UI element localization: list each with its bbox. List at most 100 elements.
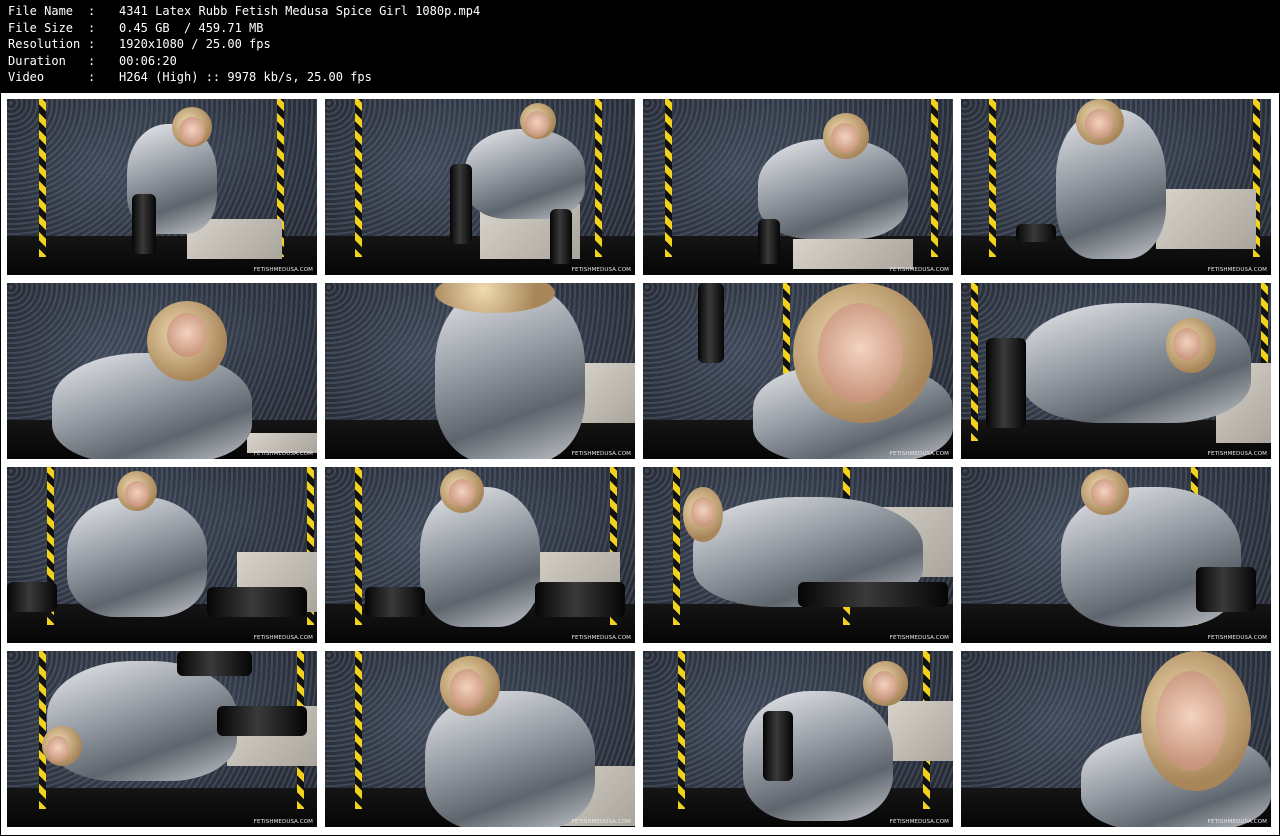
watermark: FETISHMEDUSA.COM	[889, 267, 949, 273]
file-info-separator: :	[88, 4, 96, 18]
model-face	[818, 303, 903, 403]
watermark: FETISHMEDUSA.COM	[571, 819, 631, 825]
hazard-stripe	[989, 99, 996, 258]
file-info-key: Video	[8, 70, 45, 84]
file-info-separator: :	[88, 20, 96, 35]
file-info-row-filename: File Name: 4341 Latex Rubb Fetish Medusa …	[8, 3, 480, 20]
thumbnail-grid: FETISHMEDUSA.COM FETISHMEDUSA.COM FETISHME…	[1, 93, 1279, 835]
boot	[798, 582, 948, 607]
file-info-row-filesize: File Size: 0.45 GB / 459.71 MB	[8, 20, 480, 37]
video-thumbnail[interactable]: FETISHMEDUSA.COM	[643, 651, 953, 827]
model-face	[449, 479, 475, 507]
video-thumbnail[interactable]: FETISHMEDUSA.COM	[325, 99, 635, 275]
watermark: FETISHMEDUSA.COM	[1207, 635, 1267, 641]
watermark: FETISHMEDUSA.COM	[253, 451, 313, 457]
watermark: FETISHMEDUSA.COM	[1207, 819, 1267, 825]
hazard-stripe	[931, 99, 938, 258]
model-face	[1156, 671, 1226, 771]
file-info-value: H264 (High) :: 9978 kb/s, 25.00 fps	[119, 70, 372, 84]
file-info-panel: File Name: 4341 Latex Rubb Fetish Medusa …	[8, 3, 480, 86]
video-thumbnail[interactable]: FETISHMEDUSA.COM	[325, 283, 635, 459]
boot	[535, 582, 625, 617]
model-figure	[465, 129, 585, 219]
boot	[763, 711, 793, 781]
model-face	[691, 497, 715, 527]
hazard-stripe	[971, 283, 978, 442]
video-thumbnail[interactable]: FETISHMEDUSA.COM	[7, 99, 317, 275]
video-thumbnail[interactable]: FETISHMEDUSA.COM	[7, 467, 317, 643]
model-figure	[47, 661, 237, 781]
model-face	[831, 123, 859, 153]
file-info-separator: :	[88, 70, 96, 84]
boot	[177, 651, 252, 676]
video-thumbnail[interactable]: FETISHMEDUSA.COM	[7, 651, 317, 827]
video-thumbnail[interactable]: FETISHMEDUSA.COM	[325, 651, 635, 827]
video-thumbnail[interactable]: FETISHMEDUSA.COM	[961, 467, 1271, 643]
model-face	[179, 117, 205, 145]
boot	[217, 706, 307, 736]
file-info-value: 0.45 GB / 459.71 MB	[119, 20, 264, 35]
watermark: FETISHMEDUSA.COM	[253, 267, 313, 273]
file-info-value: 00:06:20	[119, 53, 177, 68]
video-thumbnail[interactable]: FETISHMEDUSA.COM	[961, 651, 1271, 827]
file-info-key: Resolution	[8, 37, 81, 51]
watermark: FETISHMEDUSA.COM	[571, 635, 631, 641]
file-info-key: Duration	[8, 53, 66, 68]
model-face	[525, 111, 549, 137]
model-figure	[420, 487, 540, 627]
hazard-stripe	[39, 651, 46, 810]
boot	[550, 209, 572, 264]
boot	[365, 587, 425, 617]
video-thumbnail[interactable]: FETISHMEDUSA.COM	[643, 99, 953, 275]
video-thumbnail[interactable]: FETISHMEDUSA.COM	[7, 283, 317, 459]
concrete-block	[888, 701, 953, 761]
model-face	[1173, 328, 1201, 360]
video-thumbnail[interactable]: FETISHMEDUSA.COM	[961, 99, 1271, 275]
watermark: FETISHMEDUSA.COM	[1207, 451, 1267, 457]
model-face	[125, 481, 149, 507]
model-face	[167, 313, 207, 357]
video-thumbnail[interactable]: FETISHMEDUSA.COM	[325, 467, 635, 643]
boot	[450, 164, 472, 244]
boot	[1196, 567, 1256, 612]
hazard-stripe	[665, 99, 672, 258]
watermark: FETISHMEDUSA.COM	[889, 819, 949, 825]
model-face	[1091, 479, 1117, 507]
watermark: FETISHMEDUSA.COM	[1207, 267, 1267, 273]
video-thumbnail[interactable]: FETISHMEDUSA.COM	[643, 283, 953, 459]
hazard-stripe	[595, 99, 602, 258]
file-info-separator: :	[88, 37, 96, 51]
file-info-key: File Name	[8, 4, 74, 18]
model-face	[1085, 109, 1113, 139]
concrete-block	[1156, 189, 1256, 249]
model-face	[47, 736, 69, 762]
watermark: FETISHMEDUSA.COM	[571, 451, 631, 457]
boot	[7, 582, 57, 612]
file-info-value: 4341 Latex Rubb Fetish Medusa Spice Girl…	[119, 4, 481, 18]
watermark: FETISHMEDUSA.COM	[889, 451, 949, 457]
watermark: FETISHMEDUSA.COM	[571, 267, 631, 273]
file-info-value: 1920x1080 / 25.00 fps	[119, 37, 271, 51]
hazard-stripe	[39, 99, 46, 258]
video-thumbnail[interactable]: FETISHMEDUSA.COM	[643, 467, 953, 643]
model-face	[450, 669, 484, 709]
watermark: FETISHMEDUSA.COM	[253, 819, 313, 825]
file-info-row-duration: Duration: 00:06:20	[8, 53, 480, 70]
concrete-block	[247, 433, 317, 453]
boot	[207, 587, 307, 617]
hazard-stripe	[355, 99, 362, 258]
hazard-stripe	[673, 467, 680, 626]
boot	[986, 338, 1026, 428]
model-figure	[425, 691, 595, 827]
watermark: FETISHMEDUSA.COM	[253, 635, 313, 641]
file-info-row-video: Video: H264 (High) :: 9978 kb/s, 25.00 fp…	[8, 69, 480, 86]
boot	[1016, 224, 1056, 242]
boot	[758, 219, 780, 264]
model-figure	[1021, 303, 1251, 423]
video-thumbnail[interactable]: FETISHMEDUSA.COM	[961, 283, 1271, 459]
file-info-separator: :	[88, 53, 96, 68]
file-info-row-resolution: Resolution: 1920x1080 / 25.00 fps	[8, 36, 480, 53]
file-info-key: File Size	[8, 20, 74, 35]
model-figure	[67, 497, 207, 617]
contact-sheet-page: File Name: 4341 Latex Rubb Fetish Medusa …	[0, 0, 1280, 836]
